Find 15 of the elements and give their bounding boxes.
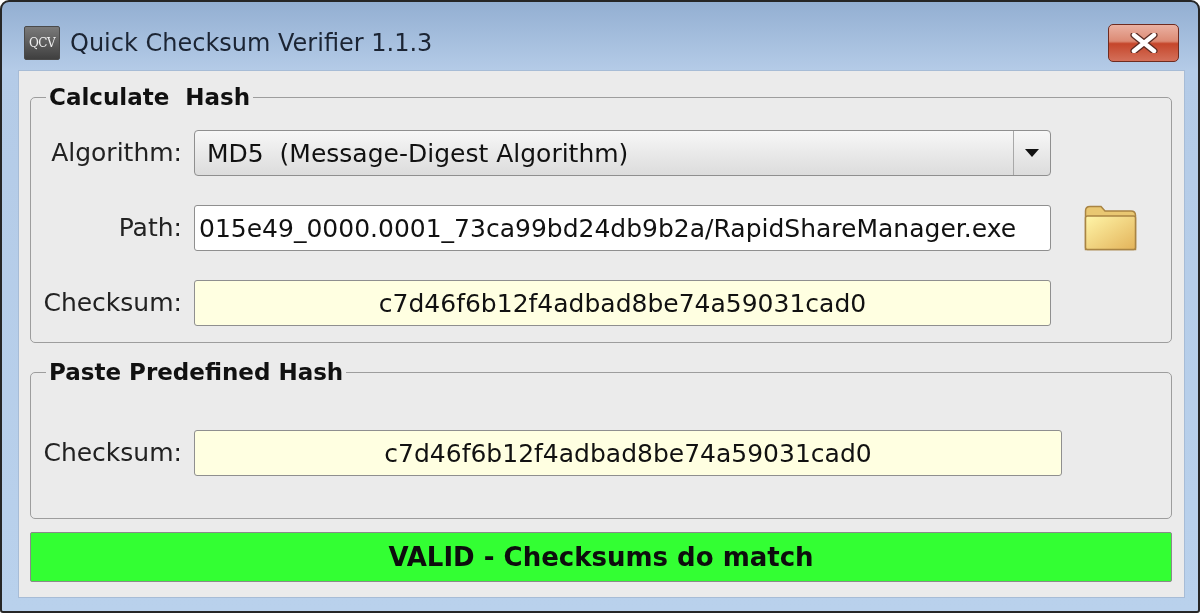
close-icon [1129,33,1158,53]
window-title: Quick Checksum Verifier 1.1.3 [70,28,433,58]
status-banner: VALID - Checksums do match [30,532,1172,582]
app-icon: QCV [24,26,60,60]
folder-icon[interactable] [1084,205,1137,251]
path-field[interactable]: 015e49_0000.0001_73ca99bd24db9b2a/RapidShareManager.exe [194,205,1051,251]
checksum-field[interactable]: c7d46f6b12f4adbad8be74a59031cad0 [194,280,1051,326]
checksum-field[interactable]: c7d46f6b12f4adbad8be74a59031cad0 [194,430,1062,476]
close-button[interactable] [1108,24,1179,62]
field-label: Checksum: [43,438,182,468]
field-label: Path: [118,213,182,243]
field-label: Algorithm: [51,138,182,168]
dropdown[interactable]: MD5 (Message-Digest Algorithm) [194,130,1051,176]
caret-icon [1025,149,1039,157]
field-label: Checksum: [43,288,182,318]
